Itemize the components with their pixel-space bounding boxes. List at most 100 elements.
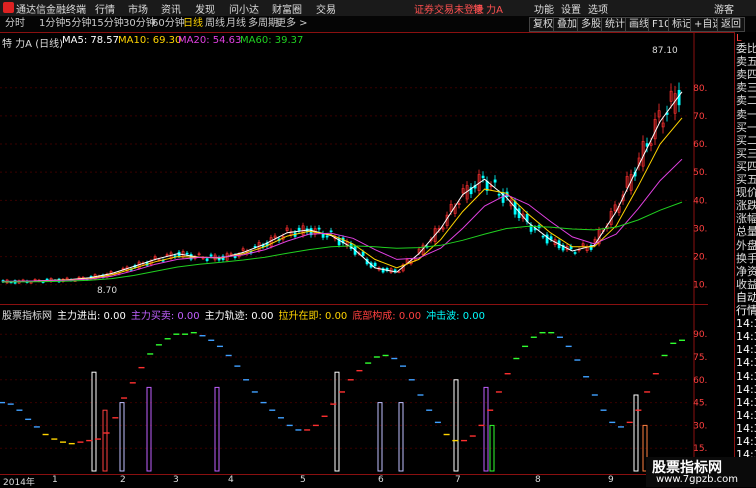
menu-trade[interactable]: 交易 — [316, 1, 336, 16]
price-tick-label: 80.00 — [693, 84, 708, 94]
indicator-chart[interactable]: 90.00 75.00 60.00 45.00 30.00 15.00 — [0, 305, 708, 475]
side-item: 涨跌 — [736, 199, 756, 213]
side-item: 买二 — [736, 133, 756, 147]
period-more[interactable]: 更多 > — [274, 17, 310, 30]
price-tick-label: 40.00 — [693, 196, 708, 206]
ma-line-ma5 — [1, 91, 683, 283]
candle-body — [209, 254, 213, 257]
side-item: 卖五 — [736, 55, 756, 69]
app-logo-icon — [3, 2, 14, 13]
indicator-legend: 股票指标网 主力进出: 0.00 主力买卖: 0.00 主力轨迹: 0.00 拉… — [2, 307, 485, 322]
legend-main-in-out: 主力进出: 0.00 — [57, 311, 126, 322]
side-item: 行情 — [736, 304, 756, 317]
menu-quotes[interactable]: 行情 — [95, 1, 115, 16]
side-item: 14:35 — [736, 369, 756, 383]
menu-settings[interactable]: 设置 — [561, 1, 581, 16]
time-axis-label: 7 — [455, 475, 461, 485]
price-chart[interactable]: 80.00 70.00 60.00 50.00 40.00 30.00 20.00 10.00 — [0, 32, 708, 304]
menu-wealth[interactable]: 财富圈 — [272, 1, 302, 16]
period-toolbar: 分时 1分钟 5分钟 15分钟 30分钟 60分钟 日线 周线 月线 多周期 更… — [0, 16, 756, 33]
back-button[interactable]: 返回 — [717, 17, 745, 32]
stock-name: 特 力A — [473, 5, 504, 16]
time-axis-label: 2 — [120, 475, 126, 485]
indicator-bar — [91, 371, 97, 472]
price-tick-label: 20.00 — [693, 253, 708, 263]
time-axis-label: 3 — [173, 475, 179, 485]
watermark: 股票指标网 www.7gpzb.com — [646, 457, 756, 487]
indicator-tick-label: 90.00 — [693, 330, 708, 340]
time-axis-label: 2014年 — [3, 478, 35, 488]
price-tick-label: 30.00 — [693, 224, 708, 234]
side-item: 14:35 — [736, 343, 756, 357]
side-item: 14:35 — [736, 330, 756, 344]
high-price-label: 87.10 — [652, 46, 678, 56]
side-item: 卖二 — [736, 94, 756, 108]
indicator-bar — [398, 402, 404, 472]
legend-rising-soon: 拉升在即: 0.00 — [278, 311, 348, 322]
side-item: 买五 — [736, 173, 756, 186]
candle-body — [549, 236, 553, 240]
price-tick-label: 60.00 — [693, 140, 708, 150]
menu-bar: 通达信金融终端 行情 市场 资讯 发现 问小达 财富圈 交易 证券交易未登录 特… — [0, 0, 756, 17]
menu-market[interactable]: 市场 — [128, 1, 148, 16]
side-item: 买三 — [736, 146, 756, 160]
indicator-bar — [119, 402, 125, 472]
indicator-tick-label: 60.00 — [693, 376, 708, 386]
indicator-bar — [146, 386, 152, 472]
time-axis-label: 6 — [378, 475, 384, 485]
period-monthly[interactable]: 月线 — [224, 17, 248, 30]
side-item: 换手 — [736, 251, 756, 265]
menu-ask[interactable]: 问小达 — [229, 1, 259, 16]
app-title: 通达信金融终端 — [16, 5, 86, 16]
menu-news[interactable]: 资讯 — [161, 1, 181, 16]
side-item: 自动 — [736, 290, 756, 304]
indicator-bar — [377, 402, 383, 472]
price-tick-label: 70.00 — [693, 112, 708, 122]
side-item: 收益 — [736, 277, 756, 291]
time-axis: 2014年1234567891 — [0, 474, 708, 488]
side-item: 14:35 — [736, 421, 756, 435]
period-timeshare[interactable]: 分时 — [3, 17, 27, 30]
side-item: 14:35 — [736, 408, 756, 422]
indicator-tick-label: 45.00 — [693, 399, 708, 409]
indicator-bar — [334, 371, 340, 472]
legend-shock-wave: 冲击波: 0.00 — [426, 311, 485, 322]
ma5-label: MA5: 78.57 — [62, 35, 120, 46]
candle-body — [373, 262, 377, 267]
quote-side-panel: L 委比 卖五 卖四 卖三 卖二 卖一 买一 买二 买三 买四 买五 现价 涨跌 涨幅 总量 外盘 换手 净资 收益… — [734, 32, 756, 474]
side-item: 涨幅 — [736, 212, 756, 226]
legend-main-buy-sell: 主力买卖: 0.00 — [130, 311, 200, 322]
price-chart-panel[interactable]: 80.00 70.00 60.00 50.00 40.00 30.00 20.00 10.00… — [0, 32, 708, 304]
period-daily[interactable]: 日线 — [181, 17, 205, 30]
side-item: 14:35 — [736, 356, 756, 370]
candle-body — [573, 252, 577, 254]
indicator-tick-label: 75.00 — [693, 353, 708, 363]
candle-body — [361, 251, 365, 256]
time-axis-label: 4 — [228, 475, 234, 485]
indicator-name[interactable]: 股票指标网 — [2, 307, 52, 322]
ma20-label: MA20: 54.63 — [178, 35, 242, 46]
indicator-panel[interactable]: 90.00 75.00 60.00 45.00 30.00 15.00 股票指标网 主力进… — [0, 304, 708, 475]
side-item: 14:34 — [736, 317, 756, 331]
indicator-bar — [214, 386, 220, 472]
side-item: 14:35 — [736, 382, 756, 396]
side-item: 卖四 — [736, 68, 756, 82]
side-item: 现价 — [736, 186, 756, 200]
ma10-label: MA10: 69.30 — [118, 35, 182, 46]
guest-label[interactable]: 游客 — [714, 1, 734, 16]
side-item: 卖三 — [736, 81, 756, 95]
menu-options[interactable]: 选项 — [588, 1, 608, 16]
indicator-bar — [102, 409, 108, 472]
watermark-url: www.7gpzb.com — [656, 474, 738, 485]
candle-body — [497, 193, 501, 196]
side-item: 买一 — [736, 120, 756, 134]
time-axis-label: 1 — [52, 475, 58, 485]
menu-function[interactable]: 功能 — [534, 1, 554, 16]
chart-title: 特 力A (日线) — [2, 39, 64, 50]
side-item: 买四 — [736, 159, 756, 173]
time-axis-label: 9 — [608, 475, 614, 485]
side-item: 外盘 — [736, 238, 756, 252]
side-item: 卖一 — [736, 107, 756, 121]
candle-body — [325, 235, 329, 238]
menu-discover[interactable]: 发现 — [195, 1, 215, 16]
